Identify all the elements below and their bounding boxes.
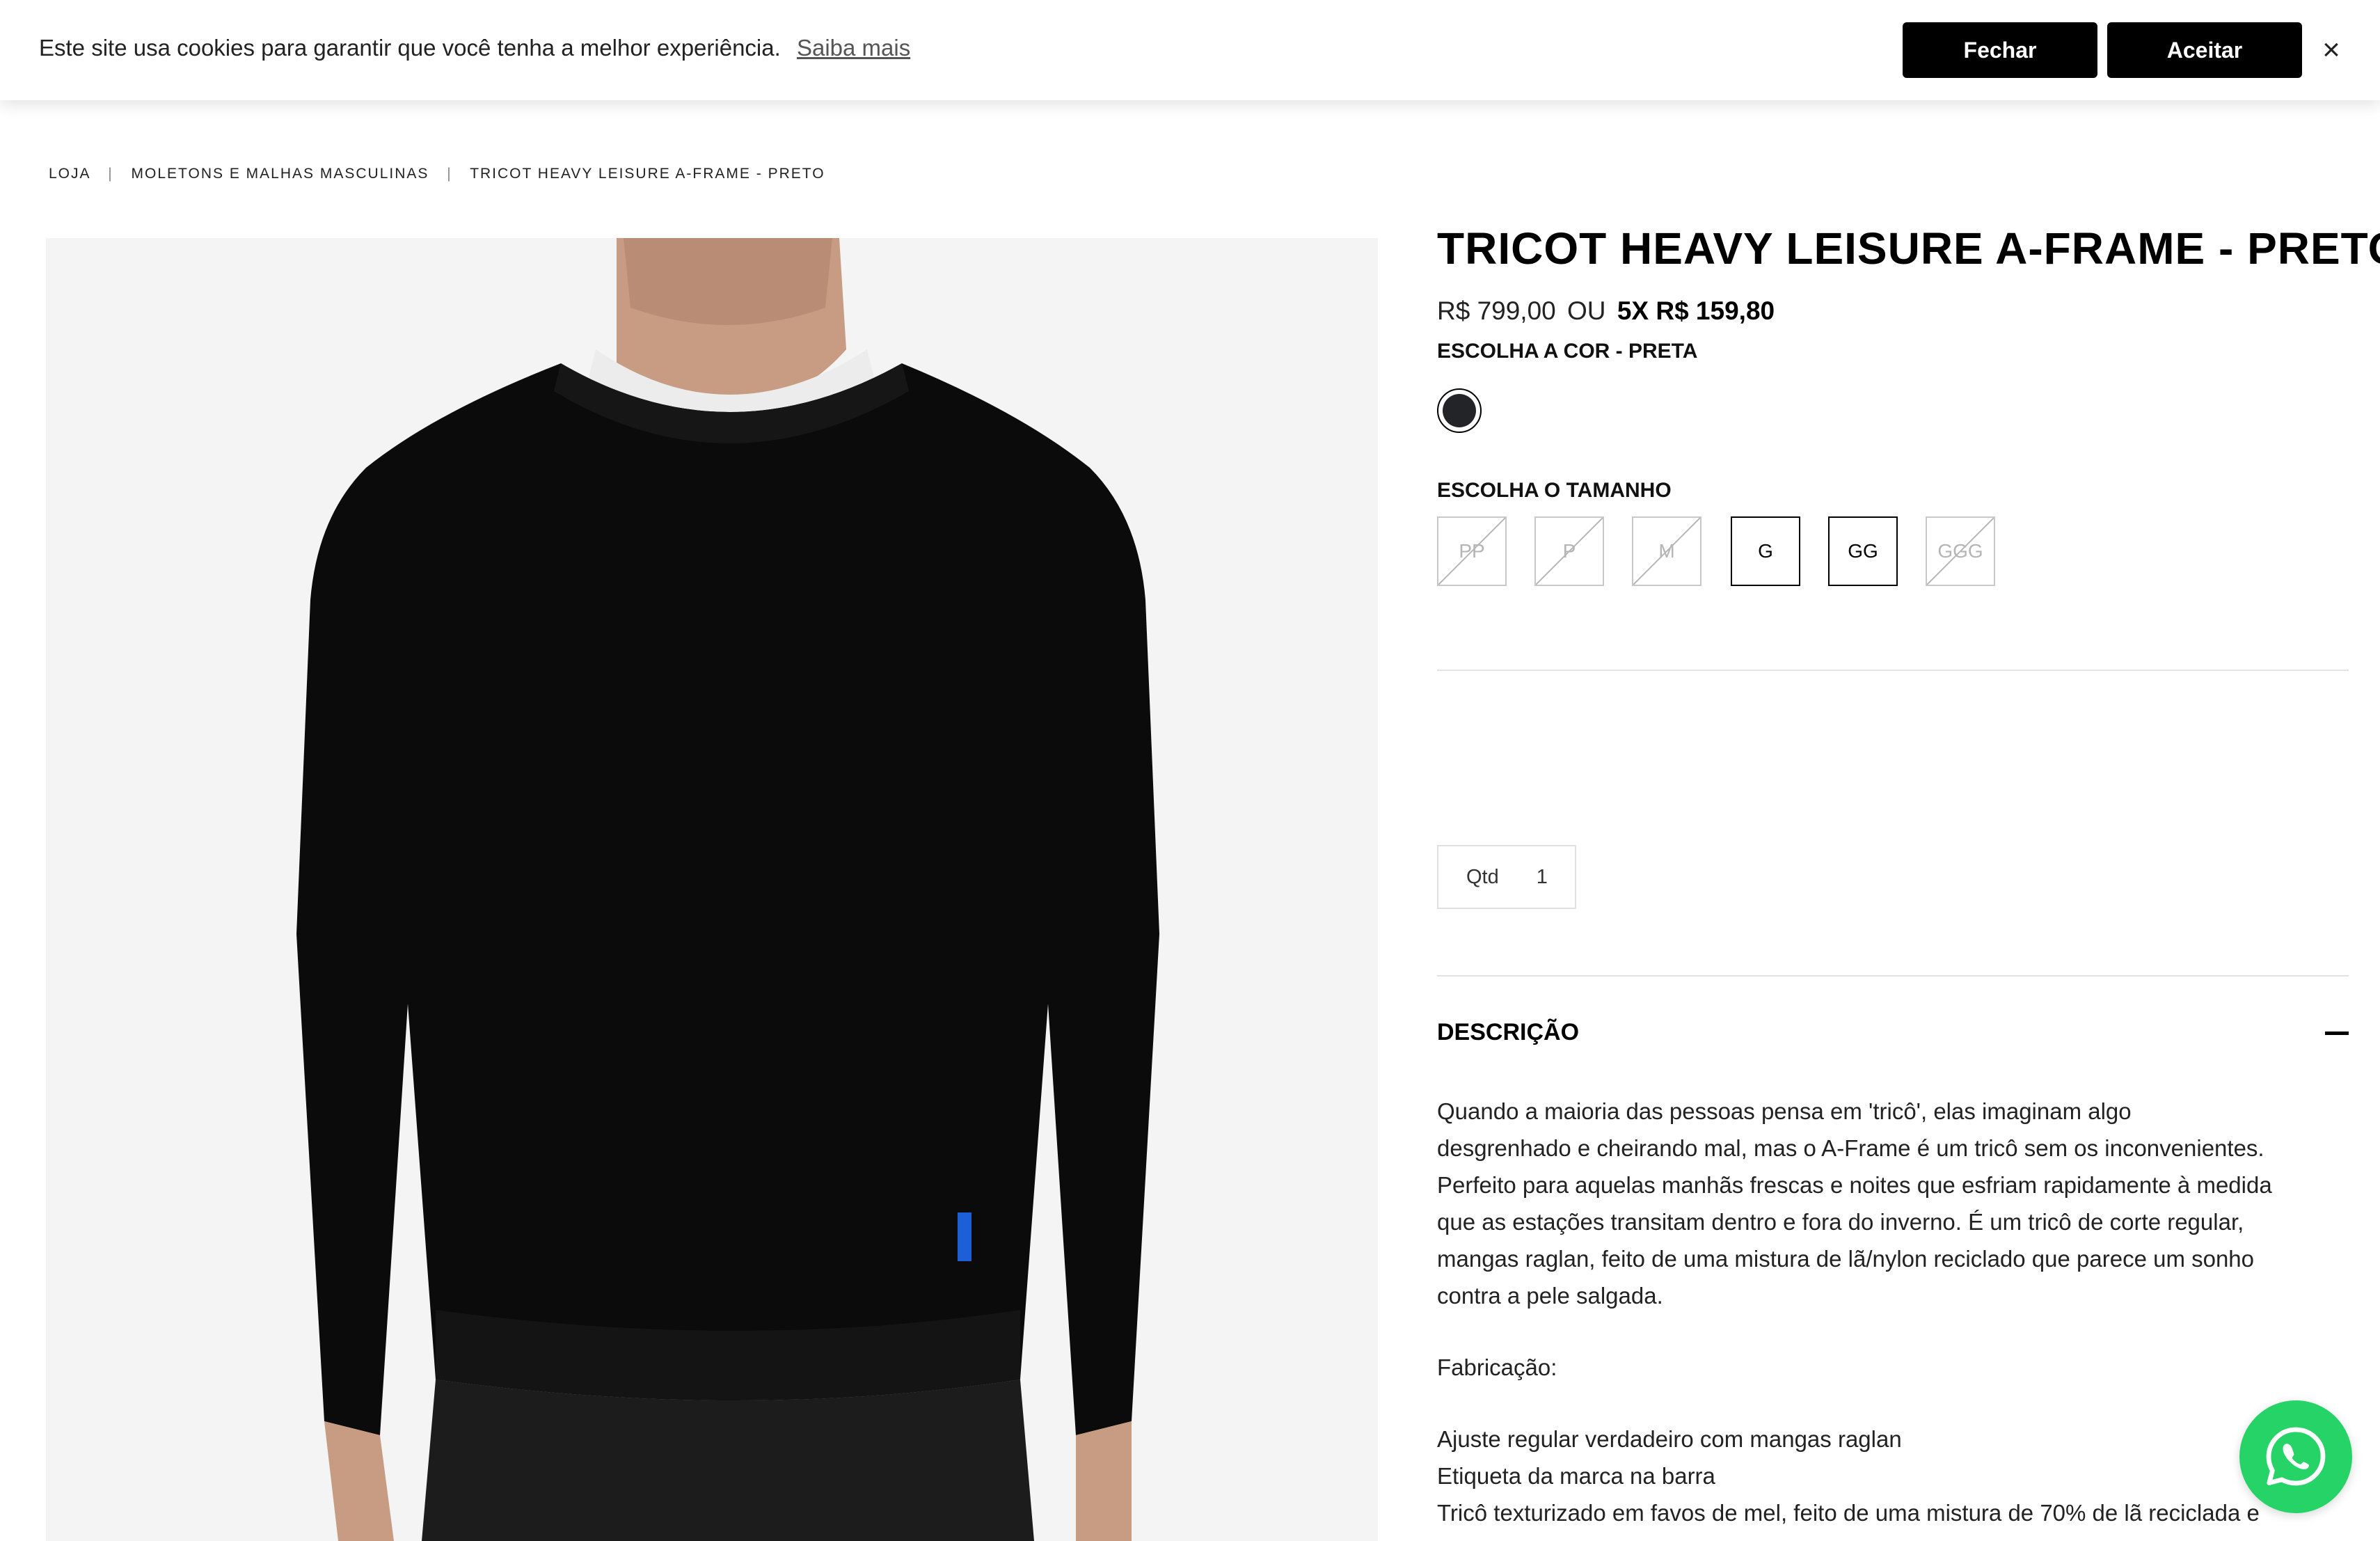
size-option-g[interactable]: G	[1731, 516, 1800, 586]
cookie-banner: Este site usa cookies para garantir que …	[0, 0, 2380, 100]
description-line: mangas raglan, feito de uma mistura de l…	[1437, 1246, 2255, 1272]
product-page: Este site usa cookies para garantir que …	[0, 0, 2380, 1541]
whatsapp-icon	[2266, 1427, 2326, 1486]
breadcrumb-item-current: TRICOT HEAVY LEISURE A-FRAME - PRETO	[470, 166, 825, 182]
price-line: R$ 799,00 OU 5X R$ 159,80	[1437, 297, 1775, 326]
description-line: Quando a maioria das pessoas pensa em 't…	[1437, 1098, 2132, 1124]
size-option-ggg[interactable]: GGG	[1926, 516, 1995, 586]
size-label: ESCOLHA O TAMANHO	[1437, 479, 1672, 502]
size-option-gg[interactable]: GG	[1828, 516, 1898, 586]
quantity-label: Qtd	[1466, 865, 1499, 888]
learn-more-link[interactable]: Saiba mais	[797, 35, 910, 61]
whatsapp-button[interactable]	[2239, 1400, 2352, 1513]
breadcrumb: LOJA | MOLETONS E MALHAS MASCULINAS | TR…	[49, 166, 825, 182]
quantity-selector[interactable]: Qtd 1	[1437, 845, 1576, 909]
description-body: Quando a maioria das pessoas pensa em 't…	[1437, 1093, 2307, 1531]
product-info: TRICOT HEAVY LEISURE A-FRAME - PRETO R$ …	[1437, 0, 2380, 1541]
sweater-illustration	[46, 238, 1378, 1541]
minus-icon[interactable]	[2325, 1032, 2349, 1035]
description-heading[interactable]: DESCRIÇÃO	[1437, 1019, 1579, 1046]
breadcrumb-item-category[interactable]: MOLETONS E MALHAS MASCULINAS	[132, 166, 429, 182]
accept-cookies-button[interactable]: Aceitar	[2107, 22, 2302, 78]
breadcrumb-item-loja[interactable]: LOJA	[49, 166, 90, 182]
size-option-m[interactable]: M	[1632, 516, 1701, 586]
description-line: que as estações transitam dentro e fora …	[1437, 1209, 2244, 1235]
price-or-text: OU	[1567, 297, 1606, 325]
color-swatch-fill	[1443, 394, 1476, 427]
cookie-message: Este site usa cookies para garantir que …	[39, 35, 910, 61]
description-line: Perfeito para aquelas manhãs frescas e n…	[1437, 1172, 2272, 1198]
feature-item: Tricô texturizado em favos de mel, feito…	[1437, 1500, 2260, 1526]
size-option-pp[interactable]: PP	[1437, 516, 1507, 586]
breadcrumb-separator: |	[108, 166, 113, 182]
close-icon[interactable]: ×	[2317, 31, 2345, 70]
product-price: R$ 799,00	[1437, 297, 1556, 325]
color-label: ESCOLHA A COR - PRETA	[1437, 340, 1698, 363]
divider	[1437, 975, 2349, 977]
size-option-p[interactable]: P	[1534, 516, 1604, 586]
divider	[1437, 670, 2349, 671]
color-swatch-preta[interactable]	[1437, 388, 1482, 433]
product-title: TRICOT HEAVY LEISURE A-FRAME - PRETO	[1437, 223, 2380, 274]
feature-item: Etiqueta da marca na barra	[1437, 1463, 1715, 1489]
fabrication-label: Fabricação:	[1437, 1354, 1557, 1380]
feature-item: Ajuste regular verdadeiro com mangas rag…	[1437, 1426, 1902, 1452]
description-line: contra a pele salgada.	[1437, 1283, 1663, 1309]
installment-price: 5X R$ 159,80	[1617, 297, 1775, 325]
cookie-message-text: Este site usa cookies para garantir que …	[39, 35, 781, 61]
description-line: desgrenhado e cheirando mal, mas o A-Fra…	[1437, 1135, 2264, 1161]
close-cookies-button[interactable]: Fechar	[1903, 22, 2097, 78]
quantity-value[interactable]: 1	[1537, 866, 1548, 889]
breadcrumb-separator: |	[447, 166, 452, 182]
product-image[interactable]	[46, 238, 1378, 1541]
